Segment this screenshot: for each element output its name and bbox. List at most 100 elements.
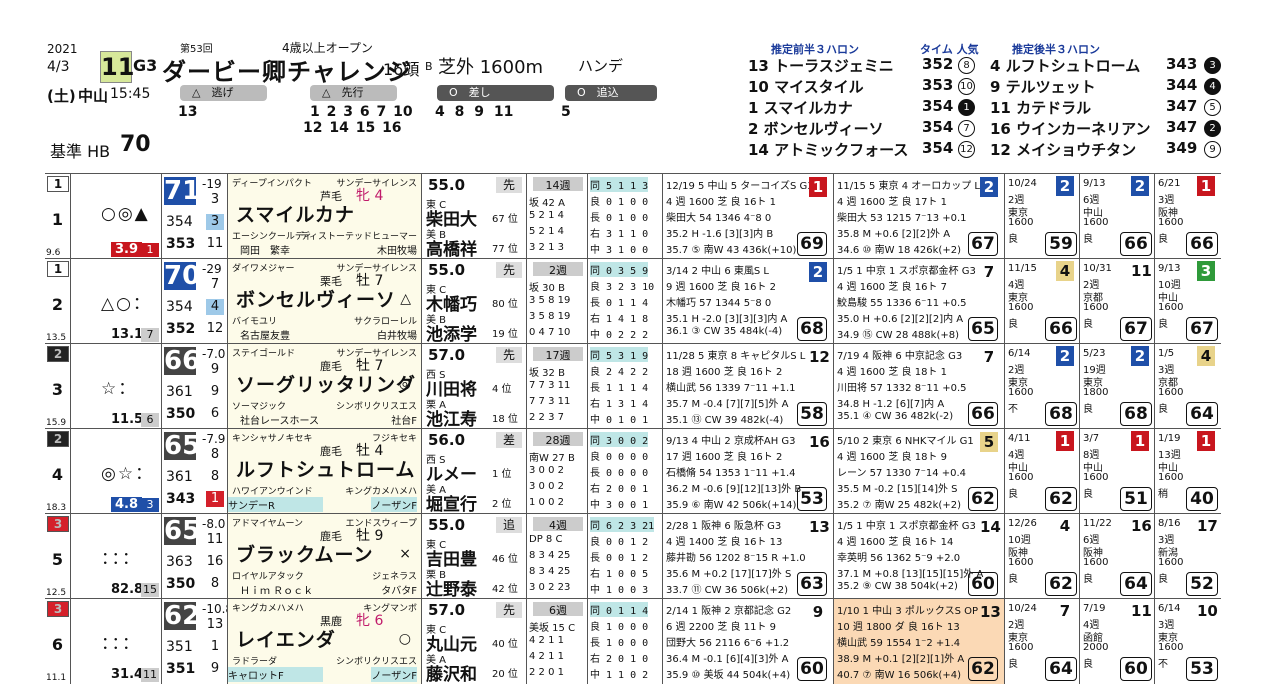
horse-number: 6 (51, 635, 64, 654)
past-race-line: 2/14 1 阪神 2 京都記念 G2 (666, 606, 792, 617)
jockey-cell: 57.0 先西 S 川田将 4 位栗 A 池江寿 18 位 (421, 344, 526, 430)
style-senko-nums-1: 1 2 3 6 7 10 (310, 104, 413, 120)
past-race-finish: 14 (980, 518, 1001, 536)
track-condition: B (425, 60, 433, 73)
prediction-marks: △○： (101, 294, 152, 314)
pace-front-pop: 1 (958, 99, 975, 116)
old-race-line: 9/13 (1083, 178, 1106, 189)
horse-name: ボンセルヴィーソ (236, 289, 397, 311)
past-race-score: 67 (968, 232, 998, 256)
style-nige-pill: △ 逃げ (180, 85, 267, 101)
record-line: 同 5 1 1 3 (590, 177, 649, 192)
past-race-line: 団野大 56 2116 6⁻6 +1.2 (666, 638, 790, 649)
past-race-line: 柴田大 53 1215 7⁻13 +0.1 (837, 213, 967, 224)
past-race-score: 62 (968, 657, 998, 681)
past-race-line: 横山武 56 1339 7⁻11 +1.1 (666, 383, 796, 394)
past-race-line: 35.9 ⑥ 南W 42 506k(+14) (666, 500, 797, 511)
old-race-score: 40 (1186, 487, 1218, 511)
horse-cell: ステイゴールド サンデーサイレンス 鹿毛牡 7 ソーグリッタリング ◎ ソーマジック シンボ… (227, 344, 421, 429)
rating-value: 71 (164, 176, 201, 206)
old-race-line: 9/13 (1158, 263, 1181, 274)
old-race-line: 6/14 (1158, 603, 1181, 614)
old-race-score: 67 (1120, 317, 1152, 341)
weeks-since: 2週 (533, 262, 583, 277)
old-race-line: 3/7 (1083, 433, 1100, 444)
popularity: 3 (141, 498, 159, 512)
old-race-line: 11/15 (1008, 263, 1037, 274)
trainer-name: サンデーR (228, 497, 323, 512)
style-oikomi-pill: O 追込 (565, 85, 657, 101)
back-3f: 353 (166, 236, 196, 252)
pace-front-pop: 12 (958, 141, 975, 158)
old-race-line: 1600 (1008, 642, 1034, 653)
pace-back-pop: 2 (1204, 120, 1221, 137)
trainer-short: 高橋祥 (426, 240, 477, 260)
old-race-line: 良 (1158, 234, 1168, 245)
old-race-finish: 11 (1131, 602, 1152, 620)
record-line: 同 6 2 3 21 (590, 517, 655, 532)
past-race-finish: 12 (809, 348, 830, 366)
horse-row: 2 4 18.3 ◎☆： 4.8 3 65 -7.9 8 361 8 343 1 キンシャサノキセキ フジキ… (45, 428, 1221, 515)
record-cell: 同 3 0 0 2 良 0 0 0 0 長 0 0 0 0 右 2 0 0 1 中 3 … (587, 429, 662, 514)
running-style: 先 (496, 177, 522, 193)
past-race-r2: 11/15 5 東京 4 オーロカップ L 4 週 1600 芝 良 17ト 1 柴… (833, 174, 1004, 259)
rating-diff: -29 (202, 262, 222, 276)
training-cell: 17週坂 32 B7 7 3 11 7 7 3 11 2 2 3 7 (526, 344, 587, 429)
past-race-finish: 1 (809, 177, 827, 197)
past-race-line: 柴田大 54 1346 4⁻8 0 (666, 213, 772, 224)
training-line: 4 2 1 1 (529, 635, 564, 646)
old-race-o2: 5/23 19週 東京 1800 良 2 68 (1079, 344, 1155, 429)
front-3f-rank: 9 (210, 384, 220, 399)
training-line: 南W 27 B (529, 453, 575, 464)
waku-number: 3 (47, 601, 69, 617)
horse-mark: × (399, 546, 411, 562)
old-race-finish: 4 (1197, 346, 1215, 366)
old-race-finish: 1 (1197, 176, 1215, 196)
training-line: 3 0 2 23 (529, 582, 571, 593)
rating-value: 65 (164, 431, 201, 461)
past-race-r2: 5/10 2 東京 6 NHKマイル G1 4 週 1600 芝 良 18ト 9 レ… (833, 429, 1004, 514)
rating-value: 62 (164, 601, 201, 631)
odds-small: 15.9 (46, 418, 67, 428)
pace-back-pop: 3 (1204, 57, 1221, 74)
training-line: 8 3 4 25 (529, 566, 571, 577)
front-3f: 354 (166, 214, 193, 230)
old-race-line: 1600 (1083, 217, 1109, 228)
training-line: 2 2 0 1 (529, 667, 564, 678)
dam-sire: サクラローレル (353, 317, 417, 327)
past-race-line: 1/5 1 中京 1 スポ京都金杯 G3 (837, 521, 976, 532)
weight: 55.0 (428, 176, 466, 194)
past-race-line: 36.4 M -0.1 [6][4][3]外 A (666, 654, 789, 665)
horse-cell: キンシャサノキセキ フジキセキ 鹿毛牡 4 ルフトシュトローム ハワイアンウインド キング… (227, 429, 421, 514)
old-race-line: 良 (1008, 489, 1018, 500)
old-race-finish: 16 (1131, 517, 1152, 535)
old-race-finish: 2 (1056, 346, 1074, 366)
past-race-line: レーン 57 1330 7⁻14 +0.4 (837, 468, 967, 479)
training-line: 7 7 3 11 (529, 380, 571, 391)
past-race-score: 60 (797, 657, 827, 681)
old-race-line: 不 (1158, 659, 1168, 670)
pace-front-name: 14 アトミックフォース (748, 141, 909, 159)
old-race-line: 不 (1008, 404, 1018, 415)
pace-back-name: 11 カテドラル (990, 99, 1092, 117)
old-race-line: 1/5 (1158, 348, 1175, 359)
rating-cell: 66 -7.0 9 361 9 350 6 (161, 344, 227, 429)
old-race-score: 62 (1045, 572, 1077, 596)
horse-number: 1 (51, 210, 64, 229)
training-line: 7 7 3 11 (529, 396, 571, 407)
back-3f: 343 (166, 491, 196, 507)
past-race-r2: 1/10 1 中山 3 ポルックスS OP 10 週 1800 ダ 良 16ト 1… (833, 599, 1004, 684)
style-nige-nums: 13 (178, 104, 198, 120)
old-race-finish: 3 (1197, 261, 1215, 281)
jockey-rank: 46 位 (492, 554, 518, 565)
old-race-line: 良 (1158, 574, 1168, 585)
past-race-line: 9 週 1600 芝 良 16ト 2 (666, 282, 776, 293)
pace-front-time: 354 (922, 97, 954, 115)
past-race-r1: 9/13 4 中山 2 京成杯AH G3 17 週 1600 芝 良 16ト 2 石… (662, 429, 833, 514)
trainer-rank: 2 位 (492, 499, 512, 510)
running-style: 先 (496, 602, 522, 618)
rating-cell: 70 -29 7 354 4 352 12 (161, 259, 227, 344)
past-race-finish: 2 (809, 262, 827, 282)
rating-diff: -7.9 (202, 432, 226, 446)
horse-mark: ○ (398, 631, 411, 647)
